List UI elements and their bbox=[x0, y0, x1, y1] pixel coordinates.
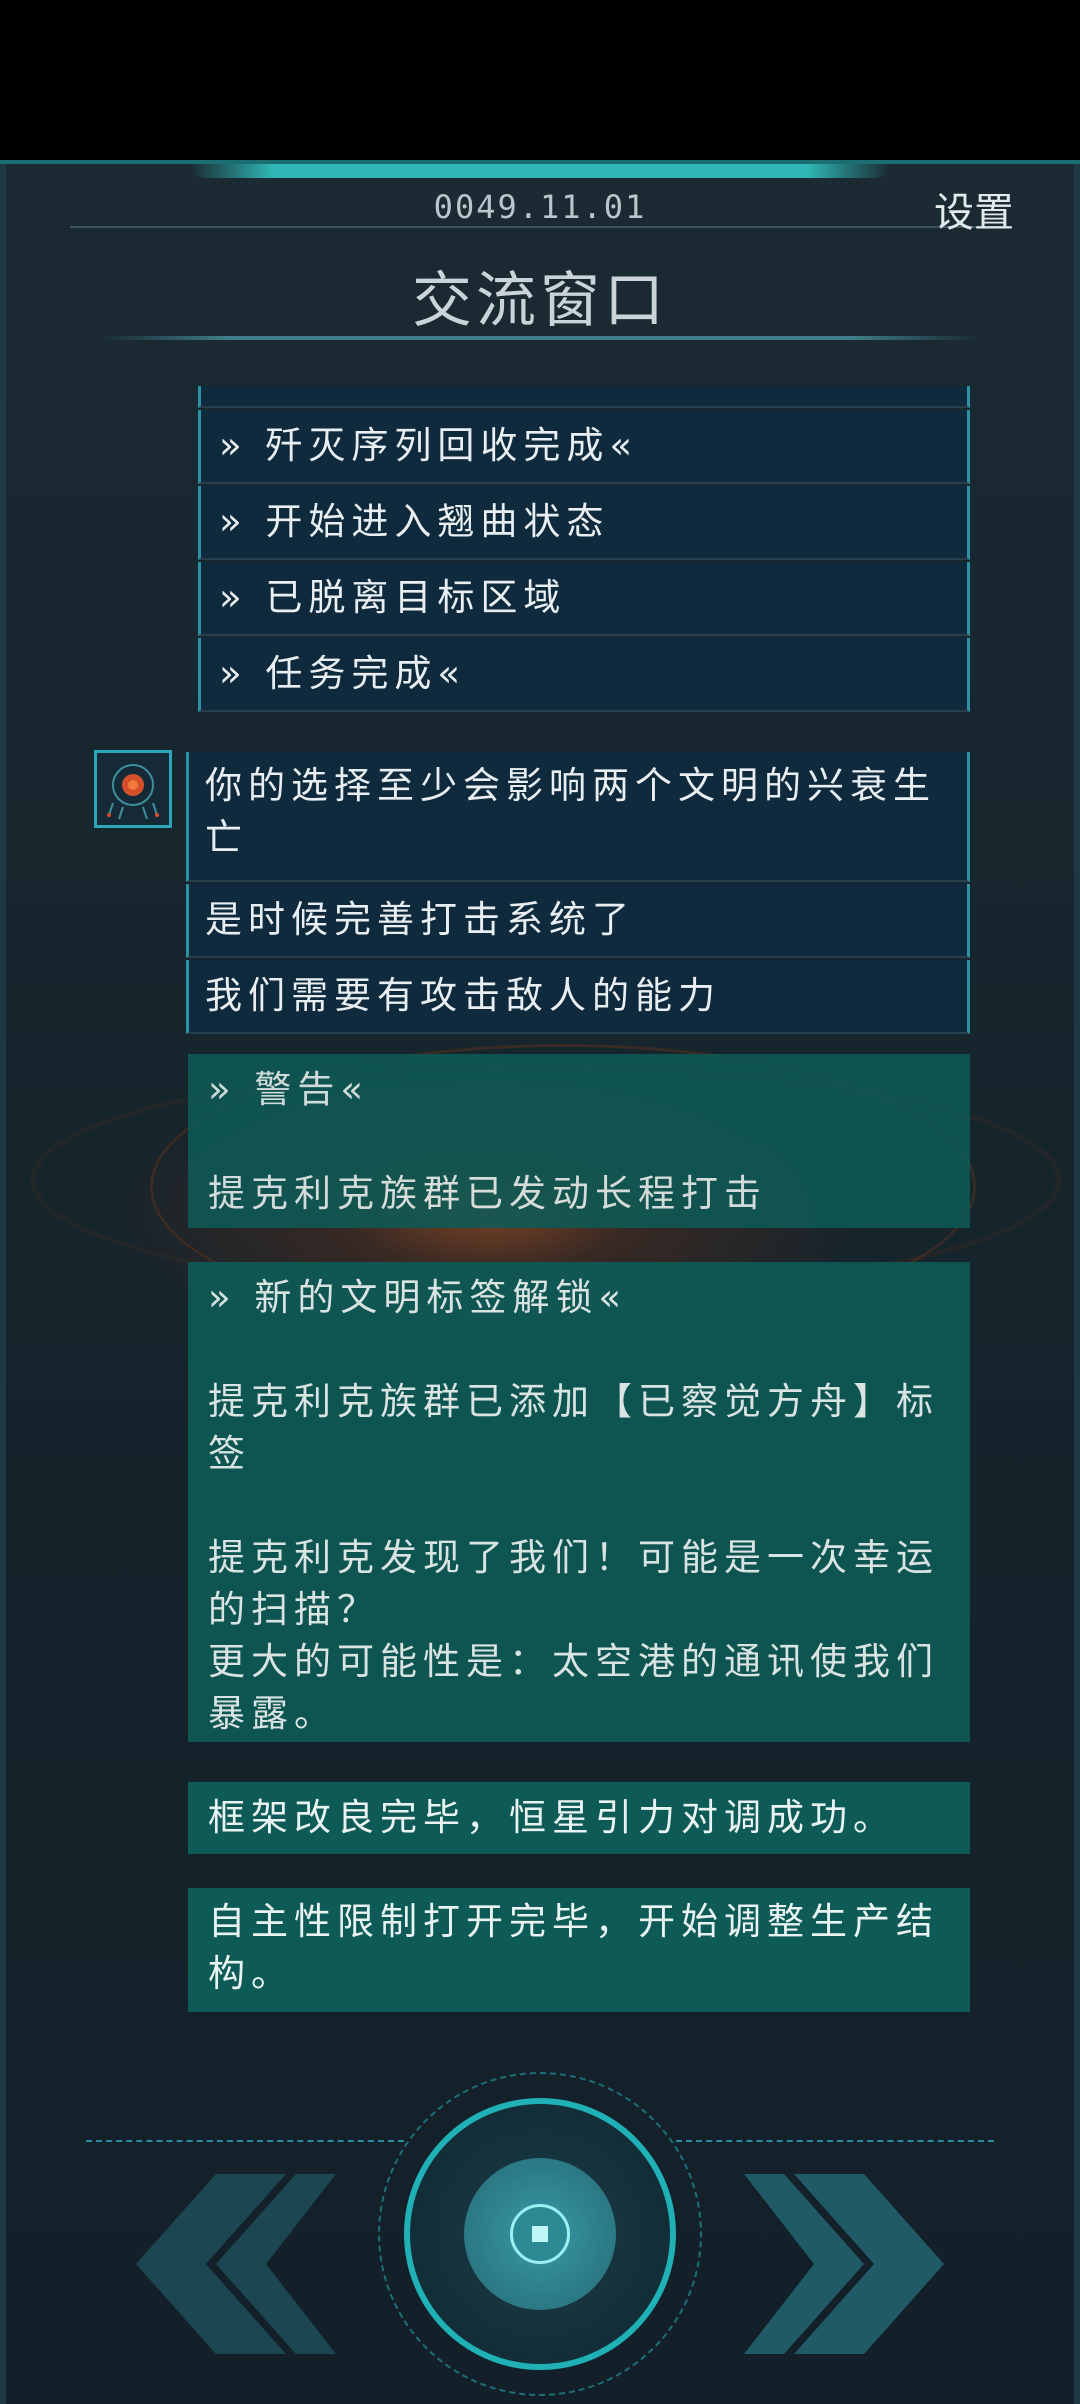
warning-title: » 警告« bbox=[208, 1068, 370, 1111]
divider bbox=[70, 226, 1010, 228]
unlock-line: 提克利克发现了我们！可能是一次幸运的扫描？ bbox=[208, 1536, 939, 1631]
log-item-partial bbox=[198, 386, 970, 408]
next-button[interactable] bbox=[744, 2174, 984, 2354]
unlock-line: 更大的可能性是：太空港的通讯使我们暴露。 bbox=[208, 1640, 939, 1735]
status-message-text: 自主性限制打开完毕，开始调整生产结构。 bbox=[208, 1900, 939, 1995]
status-bar-area bbox=[0, 0, 1080, 160]
ai-message-text: 我们需要有攻击敌人的能力 bbox=[205, 974, 721, 1017]
ai-core-icon bbox=[107, 764, 159, 820]
frame-right bbox=[1074, 164, 1080, 2404]
unlock-title: » 新的文明标签解锁« bbox=[208, 1276, 628, 1319]
log-item-text: » 歼灭序列回收完成« bbox=[219, 424, 639, 467]
status-message: 自主性限制打开完毕，开始调整生产结构。 bbox=[188, 1888, 970, 2012]
ai-message: 我们需要有攻击敌人的能力 bbox=[186, 960, 970, 1034]
double-chevron-left-icon bbox=[136, 2174, 336, 2354]
settings-button[interactable]: 设置 bbox=[934, 180, 1014, 238]
page-title: 交流窗口 bbox=[412, 266, 668, 336]
center-button-inner bbox=[464, 2158, 616, 2310]
log-item-text: » 已脱离目标区域 bbox=[219, 576, 567, 619]
status-message: 框架改良完毕，恒星引力对调成功。 bbox=[188, 1782, 970, 1854]
log-item: » 开始进入翘曲状态 bbox=[198, 486, 970, 560]
log-item: » 已脱离目标区域 bbox=[198, 562, 970, 636]
stop-square-icon bbox=[532, 2226, 548, 2242]
warning-card: » 警告« 提克利克族群已发动长程打击 bbox=[188, 1054, 970, 1228]
log-item: » 歼灭序列回收完成« bbox=[198, 410, 970, 484]
unlock-line: 提克利克族群已添加【已察觉方舟】标签 bbox=[208, 1380, 939, 1475]
prev-button[interactable] bbox=[96, 2174, 336, 2354]
ai-message: 你的选择至少会影响两个文明的兴衰生亡 bbox=[186, 752, 970, 882]
ai-avatar[interactable] bbox=[94, 750, 172, 828]
top-glow-bar bbox=[190, 164, 890, 178]
log-item-text: » 开始进入翘曲状态 bbox=[219, 500, 610, 543]
center-button[interactable] bbox=[404, 2098, 676, 2370]
game-date: 0049.11.01 bbox=[433, 188, 647, 226]
ai-message: 是时候完善打击系统了 bbox=[186, 884, 970, 958]
decor-line bbox=[86, 2140, 404, 2142]
title-divider bbox=[100, 336, 980, 340]
warning-body: 提克利克族群已发动长程打击 bbox=[208, 1172, 767, 1215]
frame-left bbox=[0, 164, 6, 2404]
ai-message-text: 是时候完善打击系统了 bbox=[205, 898, 635, 941]
log-item: » 任务完成« bbox=[198, 638, 970, 712]
log-item-text: » 任务完成« bbox=[219, 652, 467, 695]
communication-panel: 0049.11.01 设置 交流窗口 » 歼灭序列回收完成« » 开始进入翘曲状… bbox=[0, 160, 1080, 2404]
decor-line bbox=[676, 2140, 994, 2142]
double-chevron-right-icon bbox=[744, 2174, 944, 2354]
status-message-text: 框架改良完毕，恒星引力对调成功。 bbox=[208, 1796, 896, 1839]
ai-message-text: 你的选择至少会影响两个文明的兴衰生亡 bbox=[205, 764, 936, 859]
center-button-core bbox=[510, 2204, 570, 2264]
unlock-card: » 新的文明标签解锁« 提克利克族群已添加【已察觉方舟】标签 提克利克发现了我们… bbox=[188, 1262, 970, 1742]
